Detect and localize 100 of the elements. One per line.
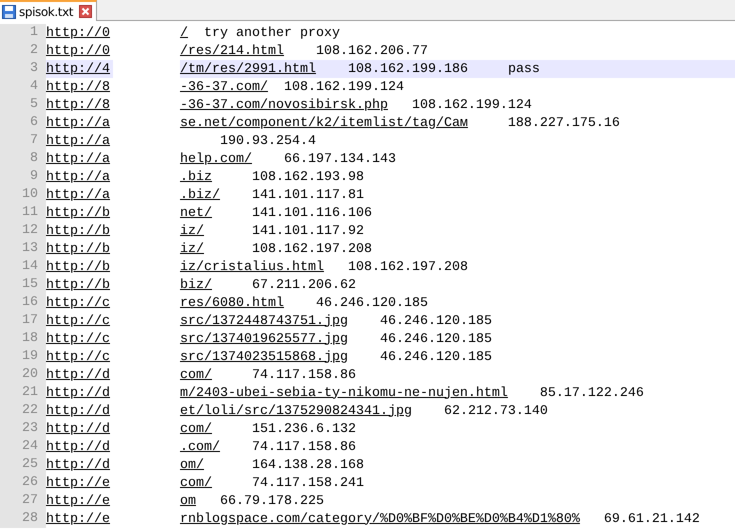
url-link[interactable]: iz/ <box>180 224 204 238</box>
url-link[interactable]: http://0 <box>46 26 110 40</box>
url-link[interactable]: http://d <box>46 404 110 418</box>
line-number: 5 <box>0 96 46 114</box>
url-link[interactable]: rnblogspace.com/category/%D0%BF%D0%BE%D0%B4%D1%80% <box>180 512 580 526</box>
url-link[interactable]: http://b <box>46 242 110 256</box>
url-link[interactable]: res/6080.html <box>180 296 284 310</box>
line-number: 25 <box>0 456 46 474</box>
line-number: 2 <box>0 42 46 60</box>
line-text: 74.117.158.86 <box>250 368 356 382</box>
line-number: 27 <box>0 492 46 510</box>
save-icon <box>2 4 16 18</box>
url-link[interactable]: iz/ <box>180 242 204 256</box>
url-link[interactable]: .com/ <box>180 440 220 454</box>
url-link[interactable]: http://a <box>46 152 110 166</box>
line-text: 46.246.120.185 <box>378 314 492 328</box>
line-number: 1 <box>0 24 46 42</box>
line-number: 3 <box>0 60 46 78</box>
url-link[interactable]: com/ <box>180 422 212 436</box>
line-text: 108.162.206.77 <box>314 44 428 58</box>
line-number: 18 <box>0 330 46 348</box>
line-text: 108.162.199.124 <box>282 80 404 94</box>
line-number: 10 <box>0 186 46 204</box>
line-text: 151.236.6.132 <box>250 422 356 436</box>
url-link[interactable]: net/ <box>180 206 212 220</box>
url-link[interactable]: et/loli/src/1375290824341.jpg <box>180 404 412 418</box>
line-number: 12 <box>0 222 46 240</box>
url-link[interactable]: http://4 <box>46 62 110 76</box>
line-number: 16 <box>0 294 46 312</box>
url-link[interactable]: com/ <box>180 368 212 382</box>
url-link[interactable]: http://d <box>46 422 110 436</box>
url-link[interactable]: http://d <box>46 440 110 454</box>
line-text: 69.61.21.142 <box>602 512 700 526</box>
url-link[interactable]: http://d <box>46 386 110 400</box>
url-link[interactable]: http://e <box>46 476 110 490</box>
url-link[interactable]: .biz <box>180 170 212 184</box>
url-link[interactable]: se.net/component/k2/itemlist/tag/Сам <box>180 116 468 130</box>
url-link[interactable]: http://8 <box>46 98 110 112</box>
line-number: 13 <box>0 240 46 258</box>
url-link[interactable]: http://e <box>46 494 110 508</box>
close-icon[interactable] <box>79 5 92 18</box>
url-link[interactable]: http://b <box>46 224 110 238</box>
url-link[interactable]: om/ <box>180 458 204 472</box>
line-text: 74.117.158.241 <box>250 476 364 490</box>
url-link[interactable]: .biz/ <box>180 188 220 202</box>
url-link[interactable]: com/ <box>180 476 212 490</box>
line-number: 14 <box>0 258 46 276</box>
line-number: 6 <box>0 114 46 132</box>
line-text: 188.227.175.16 <box>506 116 620 130</box>
url-link[interactable]: http://a <box>46 188 110 202</box>
url-link[interactable]: http://c <box>46 350 110 364</box>
url-link[interactable]: /tm/res/2991.html <box>180 62 316 76</box>
line-text: 141.101.116.106 <box>250 206 372 220</box>
url-link[interactable]: biz/ <box>180 278 212 292</box>
url-link[interactable]: http://b <box>46 278 110 292</box>
url-link[interactable]: m/2403-ubei-sebia-ty-nikomu-ne-nujen.html <box>180 386 508 400</box>
url-link[interactable]: iz/cristalius.html <box>180 260 324 274</box>
line-number: 17 <box>0 312 46 330</box>
url-link[interactable]: /res/214.html <box>180 44 284 58</box>
url-link[interactable]: http://a <box>46 116 110 130</box>
url-link[interactable]: http://e <box>46 512 110 526</box>
url-link[interactable]: / <box>180 26 188 40</box>
url-link[interactable]: http://c <box>46 296 110 310</box>
line-number: 26 <box>0 474 46 492</box>
line-text: 85.17.122.246 <box>538 386 644 400</box>
url-link[interactable]: http://b <box>46 260 110 274</box>
url-link[interactable]: -36-37.com/ <box>180 80 268 94</box>
line-text: 62.212.73.140 <box>442 404 548 418</box>
line-text: 141.101.117.81 <box>250 188 364 202</box>
line-text: 164.138.28.168 <box>250 458 364 472</box>
url-link[interactable]: src/1374023515868.jpg <box>180 350 348 364</box>
url-link[interactable]: help.com/ <box>180 152 252 166</box>
line-number: 4 <box>0 78 46 96</box>
url-link[interactable]: om <box>180 494 196 508</box>
url-link[interactable]: http://c <box>46 314 110 328</box>
file-tab[interactable]: spisok.txt <box>0 0 98 21</box>
line-text: 141.101.117.92 <box>250 224 364 238</box>
url-link[interactable]: http://d <box>46 458 110 472</box>
line-number: 21 <box>0 384 46 402</box>
line-number: 28 <box>0 510 46 528</box>
line-text: 108.162.199.186 pass <box>346 62 540 76</box>
line-text: 108.162.193.98 <box>250 170 364 184</box>
url-link[interactable]: src/1372448743751.jpg <box>180 314 348 328</box>
url-link[interactable]: -36-37.com/novosibirsk.php <box>180 98 388 112</box>
url-link[interactable]: http://b <box>46 206 110 220</box>
line-text: 74.117.158.86 <box>250 440 356 454</box>
line-number: 9 <box>0 168 46 186</box>
url-link[interactable]: http://a <box>46 134 110 148</box>
url-link[interactable]: src/1374019625577.jpg <box>180 332 348 346</box>
url-link[interactable]: http://0 <box>46 44 110 58</box>
line-number: 15 <box>0 276 46 294</box>
line-number: 22 <box>0 402 46 420</box>
line-text: 108.162.197.208 <box>250 242 372 256</box>
line-number: 11 <box>0 204 46 222</box>
url-link[interactable]: http://c <box>46 332 110 346</box>
line-number: 7 <box>0 132 46 150</box>
url-link[interactable]: http://a <box>46 170 110 184</box>
url-link[interactable]: http://d <box>46 368 110 382</box>
url-link[interactable]: http://8 <box>46 80 110 94</box>
line-text: 46.246.120.185 <box>314 296 428 310</box>
